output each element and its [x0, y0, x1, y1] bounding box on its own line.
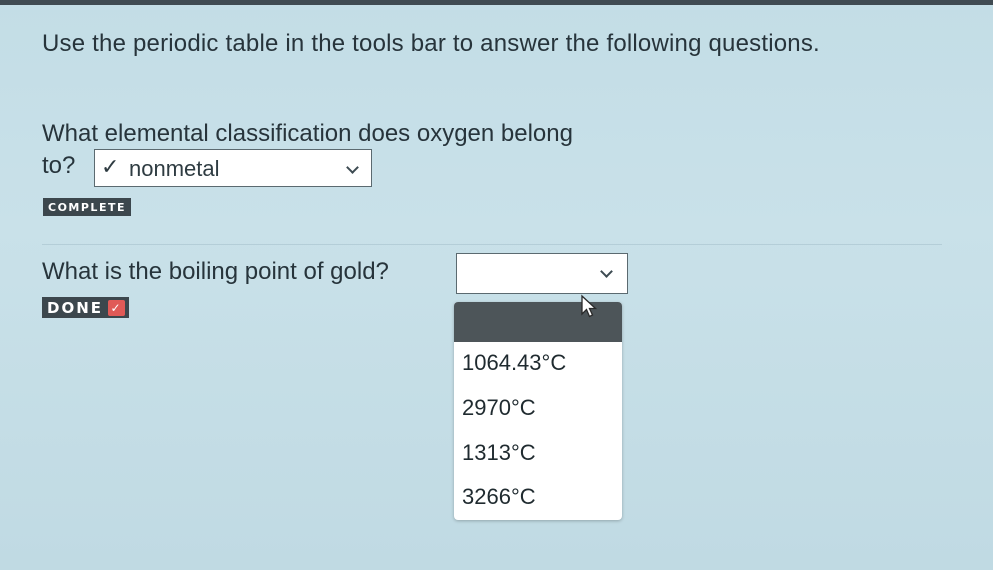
option-1064-43[interactable]: 1064.43°C: [462, 350, 566, 376]
complete-badge: COMPLETE: [43, 198, 131, 216]
mouse-cursor-icon: [581, 294, 598, 318]
question-1-text-continued: to?: [42, 152, 76, 179]
done-label: DONE: [47, 299, 104, 317]
instructions-text: Use the periodic table in the tools bar …: [42, 30, 820, 57]
gold-boiling-point-select[interactable]: [456, 253, 628, 294]
done-badge[interactable]: DONE ✓: [42, 297, 130, 318]
question-1-text: What elemental classification does oxyge…: [42, 120, 573, 147]
check-icon: ✓: [108, 300, 126, 316]
top-strip: [0, 0, 993, 5]
correct-check-icon: ✓: [101, 154, 120, 179]
option-3266[interactable]: 3266°C: [462, 484, 536, 510]
selected-value: nonmetal: [129, 156, 220, 181]
option-1313[interactable]: 1313°C: [462, 440, 536, 466]
option-2970[interactable]: 2970°C: [462, 395, 536, 421]
question-divider: [42, 244, 942, 245]
dropdown-menu: 1064.43°C 2970°C 1313°C 3266°C: [454, 302, 622, 520]
oxygen-classification-select[interactable]: ✓ nonmetal: [94, 149, 372, 187]
chevron-down-icon: [600, 265, 613, 278]
question-2-text: What is the boiling point of gold?: [42, 258, 389, 285]
chevron-down-icon: [346, 161, 359, 174]
